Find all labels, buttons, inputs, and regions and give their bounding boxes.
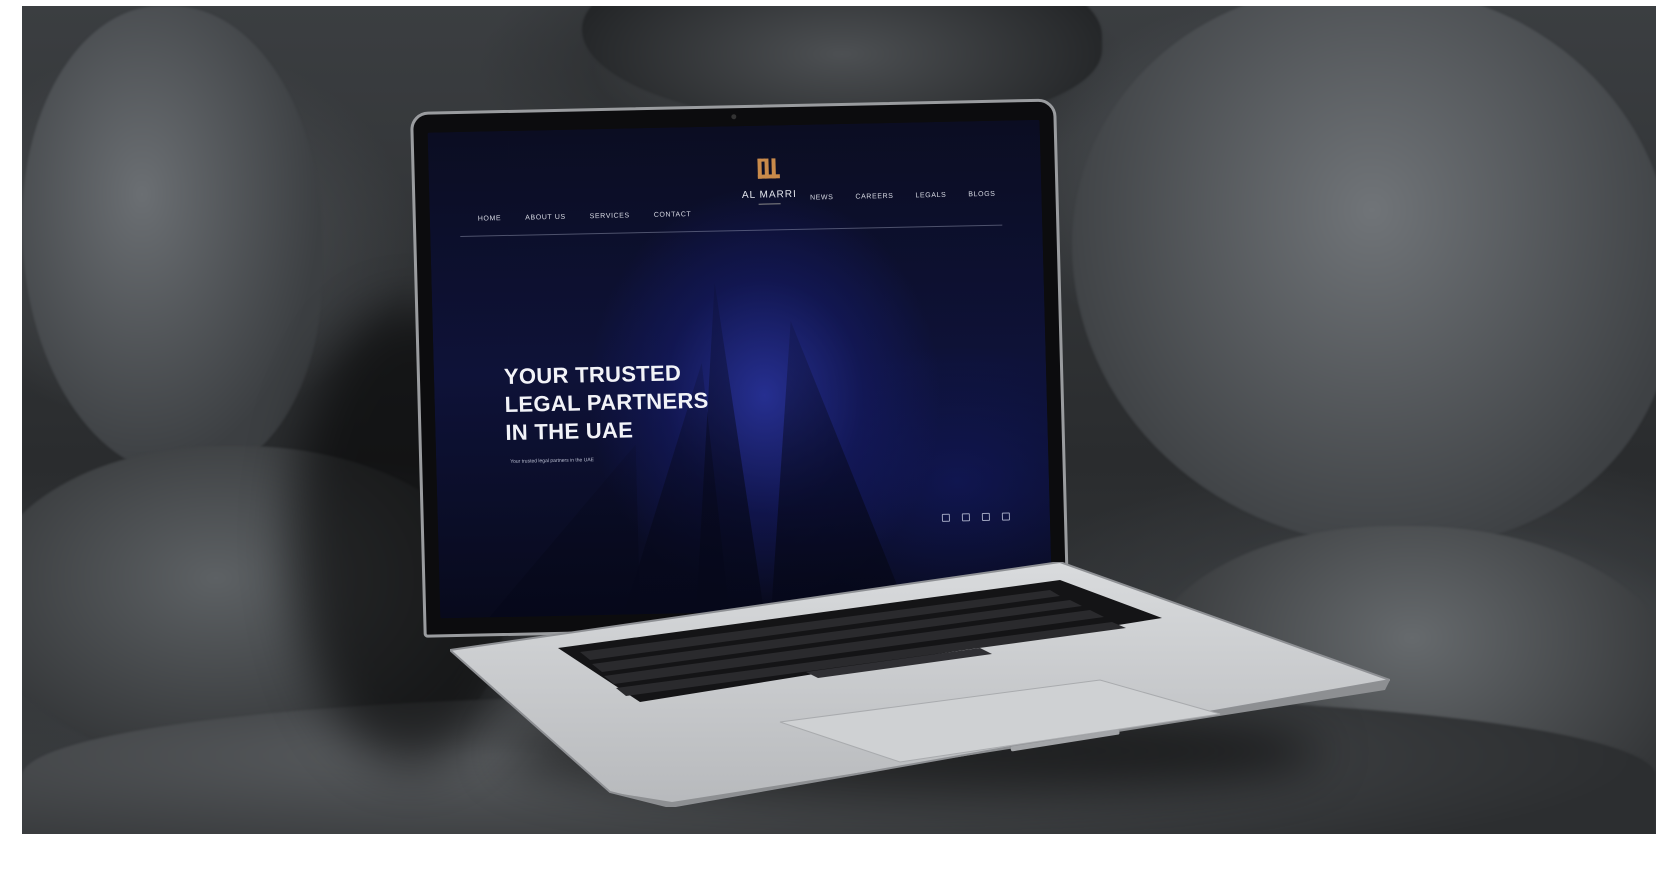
webcam [731, 114, 737, 120]
logo-underline [758, 203, 781, 205]
rock-left-upper [22, 6, 322, 476]
hero-title: YOUR TRUSTED LEGAL PARTNERS IN THE UAE [504, 358, 746, 447]
nav-contact[interactable]: CONTACT [654, 211, 692, 219]
nav-home[interactable]: HOME [478, 215, 502, 222]
linkedin-icon[interactable] [941, 513, 951, 522]
facebook-icon[interactable] [961, 513, 971, 522]
nav-left: HOME ABOUT US SERVICES CONTACT [478, 211, 692, 222]
nav-divider [460, 224, 1003, 237]
rock-right [1072, 6, 1656, 546]
twitter-icon[interactable] [981, 512, 991, 522]
bottom-margin [0, 834, 1656, 882]
laptop-screen: AL MARRI HOME ABOUT US SERVICES CONTACT … [427, 119, 1053, 619]
laptop-base [450, 562, 1390, 807]
logo-mark-icon [757, 158, 780, 179]
hero-subtitle: Your trusted legal partners in the UAE [510, 457, 595, 465]
site-logo[interactable]: AL MARRI [728, 155, 809, 206]
hero-line-3: IN THE UAE [505, 417, 634, 445]
social-links [941, 512, 1011, 522]
nav-legals[interactable]: LEGALS [915, 192, 946, 200]
nav-news[interactable]: NEWS [810, 194, 834, 201]
nav-right: NEWS CAREERS LEGALS BLOGS [810, 191, 996, 202]
nav-services[interactable]: SERVICES [590, 212, 630, 220]
instagram-icon[interactable] [1001, 512, 1011, 521]
nav-about-us[interactable]: ABOUT US [525, 214, 566, 222]
nav-blogs[interactable]: BLOGS [968, 191, 995, 199]
nav-careers[interactable]: CAREERS [855, 193, 893, 201]
deck-surface [450, 562, 1390, 807]
laptop-lid: AL MARRI HOME ABOUT US SERVICES CONTACT … [410, 98, 1070, 638]
logo-text: AL MARRI [741, 188, 797, 202]
